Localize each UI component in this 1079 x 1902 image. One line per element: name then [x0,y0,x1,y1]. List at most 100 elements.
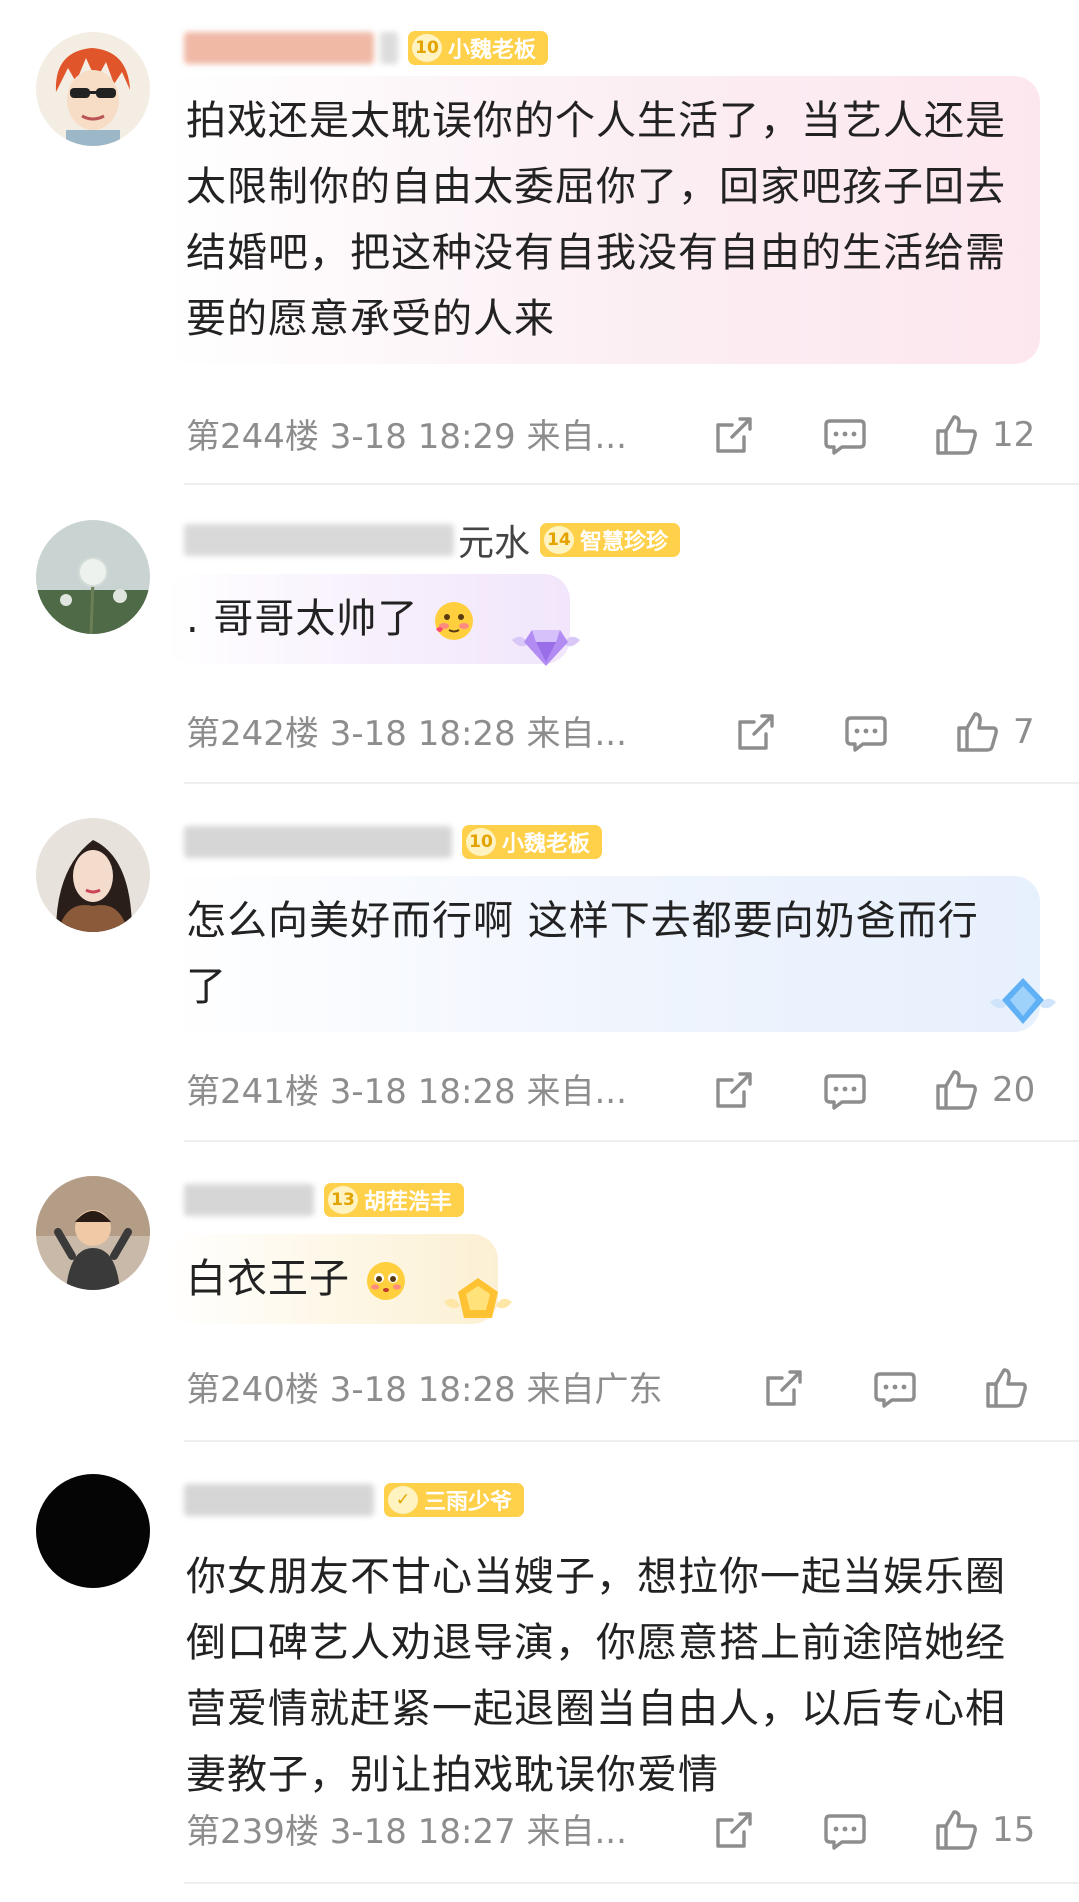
timestamp: 3-18 18:28 [329,1072,516,1112]
share-button[interactable] [710,413,756,457]
like-button[interactable] [984,1366,1042,1410]
timestamp: 3-18 18:28 [329,1370,516,1410]
avatar[interactable] [36,1176,150,1290]
comment-text: . 哥哥太帅了 [186,596,419,642]
floor-number: 第240楼 [186,1370,319,1410]
badge-level: 10 [412,34,442,62]
floor-number: 第239楼 [186,1812,319,1852]
thumbs-up-icon [936,1070,977,1110]
divider [184,1882,1079,1884]
reply-icon [824,419,866,455]
badge-level: 13 [328,1186,358,1214]
thumbs-up-icon [936,415,977,455]
reply-button[interactable] [872,1366,918,1410]
thumbs-up-icon [936,1810,977,1850]
divider [184,1440,1079,1442]
badge-name: 小魏老板 [502,832,591,857]
divider [184,782,1079,784]
fan-badge[interactable]: 13 胡茬浩丰 [324,1183,465,1217]
comment-list: 10 小魏老板 拍戏还是太耽误你的个人生活了，当艺人还是太限制你的自由太委屈你了… [0,0,1079,1902]
username-blurred[interactable] [184,826,452,858]
location: 来自... [526,1072,627,1112]
username-row: 10 小魏老板 [184,820,603,864]
gold-gem-icon [444,1278,512,1318]
reply-button[interactable] [843,710,889,754]
comment-bubble: 怎么向美好而行啊 这样下去都要向奶爸而行了 [166,876,1040,1032]
badge-level: 14 [544,526,575,554]
like-count: 7 [1013,712,1035,752]
location: 来自... [526,1812,627,1852]
like-count: 15 [992,1810,1036,1850]
comment-meta: 第241楼 3-18 18:28 来自... [186,1070,627,1114]
badge-name: 胡茬浩丰 [364,1190,453,1215]
badge-level: ✓ [388,1486,418,1514]
like-count: 20 [992,1070,1036,1110]
comment-text: 白衣王子 [186,1256,350,1302]
blushing-emoji-icon [435,602,474,640]
timestamp: 3-18 18:29 [329,417,516,457]
floor-number: 第244楼 [186,417,319,457]
timestamp: 3-18 18:27 [329,1812,516,1852]
like-button[interactable]: 7 [955,710,1035,754]
username-suffix: 元水 [458,523,531,564]
share-button[interactable] [732,710,778,754]
username-blurred[interactable] [184,1184,314,1216]
like-count: 12 [992,415,1036,455]
avatar[interactable] [36,520,150,634]
avatar[interactable] [36,1474,150,1588]
reply-icon [824,1074,866,1110]
username-blurred[interactable] [184,524,454,556]
share-button[interactable] [710,1808,756,1852]
divider [184,483,1079,485]
comment-meta: 第242楼 3-18 18:28 来自... [186,712,627,756]
share-icon [766,1370,802,1406]
like-button[interactable]: 20 [934,1068,1035,1112]
reply-icon [824,1814,866,1850]
timestamp: 3-18 18:28 [329,714,516,754]
username-row: 10 小魏老板 [184,26,549,70]
avatar[interactable] [36,32,150,146]
reply-button[interactable] [822,1068,868,1112]
thumbs-up-icon [957,712,998,752]
fan-badge[interactable]: ✓ 三雨少爷 [384,1483,525,1517]
location: 来自广东 [526,1370,663,1410]
badge-level: 10 [466,828,496,856]
blue-gem-icon [990,978,1056,1024]
comment-meta: 第244楼 3-18 18:29 来自... [186,415,627,459]
username-blurred[interactable] [184,1484,374,1516]
reply-button[interactable] [822,1808,868,1852]
fan-badge[interactable]: 14 智慧珍珍 [540,523,681,557]
location: 来自... [526,417,627,457]
comment-text: 拍戏还是太耽误你的个人生活了，当艺人还是太限制你的自由太委屈你了，回家吧孩子回去… [186,98,1006,342]
purple-gem-icon [512,630,580,666]
thumbs-up-icon [986,1368,1027,1408]
share-button[interactable] [710,1068,756,1112]
share-icon [716,417,752,453]
avatar[interactable] [36,818,150,932]
reply-icon [845,716,887,752]
reply-icon [874,1372,916,1408]
share-icon [738,714,774,750]
comment-text: 怎么向美好而行啊 这样下去都要向奶爸而行了 [186,898,979,1010]
like-button[interactable]: 15 [934,1808,1035,1852]
share-icon [716,1072,752,1108]
username-row: ✓ 三雨少爷 [184,1478,525,1522]
comment-bubble: 拍戏还是太耽误你的个人生活了，当艺人还是太限制你的自由太委屈你了，回家吧孩子回去… [166,76,1040,364]
floor-number: 第241楼 [186,1072,319,1112]
fan-badge[interactable]: 10 小魏老板 [408,31,549,65]
floor-number: 第242楼 [186,714,319,754]
comment-bubble: 你女朋友不甘心当嫂子，想拉你一起当娱乐圈倒口碑艺人劝退导演，你愿意搭上前途陪她经… [166,1532,1040,1820]
username-blurred[interactable] [184,32,374,64]
username-row: 元水 14 智慧珍珍 [184,518,681,564]
share-icon [716,1812,752,1848]
username-row: 13 胡茬浩丰 [184,1178,465,1222]
comment-meta: 第239楼 3-18 18:27 来自... [186,1810,627,1854]
reply-button[interactable] [822,413,868,457]
badge-name: 小魏老板 [448,38,537,63]
fan-badge[interactable]: 10 小魏老板 [462,825,603,859]
divider [184,1140,1079,1142]
location: 来自... [526,714,627,754]
like-button[interactable]: 12 [934,413,1035,457]
badge-name: 三雨少爷 [424,1490,513,1515]
share-button[interactable] [760,1366,806,1410]
